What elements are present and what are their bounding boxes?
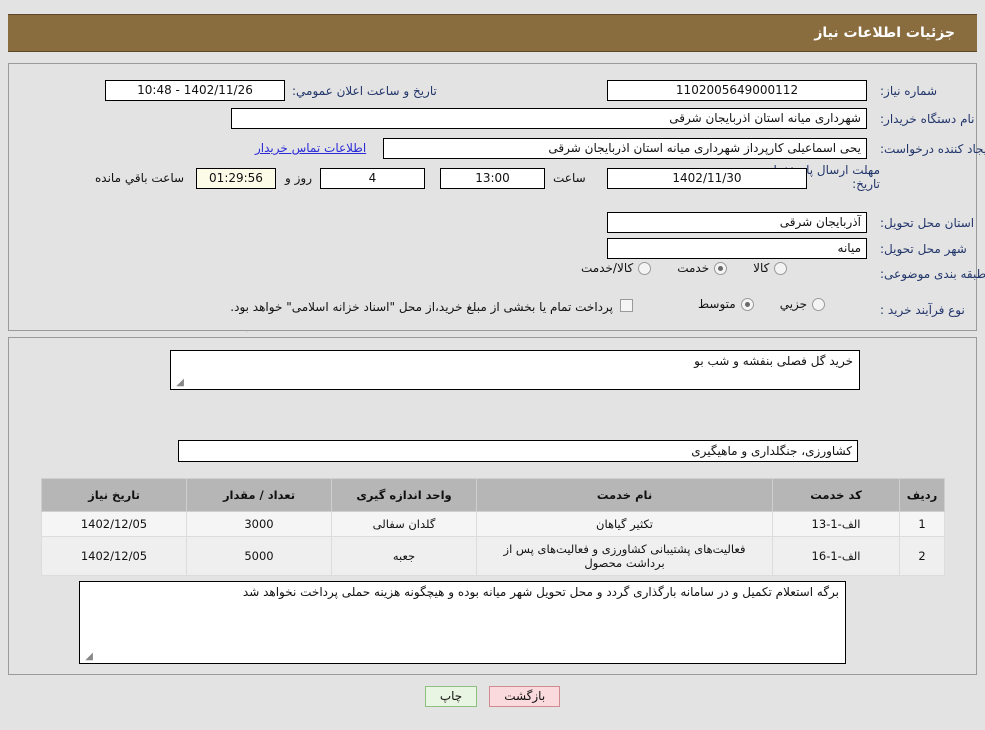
page-title: جزئیات اطلاعات نیاز [814,25,955,41]
need-info-panel [8,63,977,331]
remaining-days-field[interactable]: 4 [320,168,425,189]
summary-textarea[interactable]: خرید گل فصلی بنفشه و شب بو ◢ [170,350,860,390]
deadline-label-line1: مهلت ارسال پاسخ: تا [773,163,880,177]
cell-row: 2 [899,536,945,576]
radio-dot-icon[interactable] [638,261,652,275]
cell-name: فعالیت‌های پشتیبانی کشاورزی و فعالیت‌های… [476,536,773,576]
requester-label: ایجاد کننده درخواست: [880,142,985,156]
requester-field[interactable]: یحی اسماعیلی کارپرداز شهرداری میانه استا… [383,138,867,159]
buyer-org-label: نام دستگاه خریدار: [880,112,975,126]
category-label: طبقه بندی موضوعی: [880,267,985,281]
radio-category-kala-khedmat-label: کالا/خدمت [581,261,634,275]
radio-dot-icon[interactable] [740,297,754,311]
header-bar: جزئیات اطلاعات نیاز [8,14,977,52]
th-qty: تعداد / مقدار [186,478,332,512]
cell-code: الف-1-16 [772,536,900,576]
deadline-date-field[interactable]: 1402/11/30 [607,168,807,189]
treasury-checkbox[interactable] [620,299,633,312]
city-row: شهر محل تحویل: [880,238,967,260]
table-row[interactable]: 1 الف-1-13 تکثیر گیاهان گلدان سفالی 3000… [41,511,945,537]
category-row-label: طبقه بندی موضوعی: [880,263,985,285]
radio-process-motevaset[interactable]: متوسط [698,297,754,311]
radio-process-jozei[interactable]: جزیي [779,297,826,311]
city-label: شهر محل تحویل: [880,242,967,256]
remaining-time-field: 01:29:56 [196,168,276,189]
announce-datetime-label: تاریخ و ساعت اعلان عمومي: [292,84,437,98]
remaining-time-label: ساعت باقي مانده [95,171,185,185]
buyer-contact-link[interactable]: اطلاعات تماس خریدار [255,141,366,155]
deadline-label-line2: تاریخ: [852,177,880,191]
th-date: تاریخ نیاز [41,478,187,512]
deadline-hour-label: ساعت [553,171,586,185]
radio-category-khedmat-label: خدمت [677,261,710,275]
announce-datetime-row: تاریخ و ساعت اعلان عمومي: [292,80,437,102]
radio-dot-icon[interactable] [714,261,728,275]
th-unit: واحد اندازه گیری [331,478,477,512]
cell-row: 1 [899,511,945,537]
province-row: استان محل تحویل: [880,212,974,234]
summary-text: خرید گل فصلی بنفشه و شب بو [694,354,853,368]
radio-category-kala[interactable]: کالا [753,261,788,275]
cell-qty: 3000 [186,511,332,537]
service-group-field[interactable]: کشاورزی، جنگلداری و ماهیگیری [178,440,858,462]
treasury-note: پرداخت تمام یا بخشی از مبلغ خرید،از محل … [230,300,613,314]
radio-process-motevaset-label: متوسط [698,297,736,311]
radio-category-kala-label: کالا [753,261,770,275]
process-type-row-label: نوع فرآیند خرید : [880,299,965,321]
radio-process-jozei-label: جزیي [779,297,808,311]
radio-category-kala-khedmat[interactable]: کالا/خدمت [581,261,652,275]
back-button[interactable]: بازگشت [489,686,561,707]
th-row: ردیف [899,478,945,512]
process-radio-group: جزیي متوسط [672,297,826,311]
buyer-notes-text: برگه استعلام تکمیل و در سامانه بارگذاری … [242,585,839,599]
cell-date: 1402/12/05 [41,536,187,576]
announce-datetime-field[interactable]: 1402/11/26 - 10:48 [105,80,285,101]
buyer-org-field[interactable]: شهرداری میانه استان اذربایجان شرقی [231,108,867,129]
requester-row: ایجاد کننده درخواست: [880,138,985,160]
cell-unit: جعبه [331,536,477,576]
cell-name: تکثیر گیاهان [476,511,773,537]
page-root: AriaTender.net جزئیات اطلاعات نیاز شماره… [0,0,985,730]
buyer-notes-textarea[interactable]: برگه استعلام تکمیل و در سامانه بارگذاری … [79,581,846,664]
table-row[interactable]: 2 الف-1-16 فعالیت‌های پشتیبانی کشاورزی و… [41,536,945,576]
resize-grip-icon[interactable]: ◢ [174,378,184,388]
services-table: ردیف کد خدمت نام خدمت واحد اندازه گیری ت… [41,478,945,576]
process-type-label: نوع فرآیند خرید : [880,303,965,317]
print-button[interactable]: چاپ [424,686,478,707]
category-radio-group: کالا خدمت کالا/خدمت [555,261,788,275]
cell-date: 1402/12/05 [41,511,187,537]
th-name: نام خدمت [476,478,773,512]
radio-category-khedmat[interactable]: خدمت [677,261,728,275]
city-field[interactable]: میانه [607,238,867,259]
deadline-time-field[interactable]: 13:00 [440,168,545,189]
province-label: استان محل تحویل: [880,216,975,230]
buyer-org-row: نام دستگاه خریدار: [880,108,975,130]
cell-code: الف-1-13 [772,511,900,537]
table-header-row: ردیف کد خدمت نام خدمت واحد اندازه گیری ت… [41,478,945,512]
deadline-label: مهلت ارسال پاسخ: تا تاریخ: [773,163,880,191]
province-field[interactable]: آذربایجان شرقی [607,212,867,233]
need-number-field[interactable]: 1102005649000112 [607,80,867,101]
radio-dot-icon[interactable] [774,261,788,275]
need-number-row: شماره نیاز: [880,80,937,102]
cell-unit: گلدان سفالی [331,511,477,537]
cell-qty: 5000 [186,536,332,576]
radio-dot-icon[interactable] [812,297,826,311]
need-number-label: شماره نیاز: [880,84,937,98]
resize-grip-icon[interactable]: ◢ [83,652,93,662]
footer-buttons: بازگشت چاپ [0,686,985,707]
remaining-days-label: روز و [285,171,312,185]
th-code: کد خدمت [772,478,900,512]
